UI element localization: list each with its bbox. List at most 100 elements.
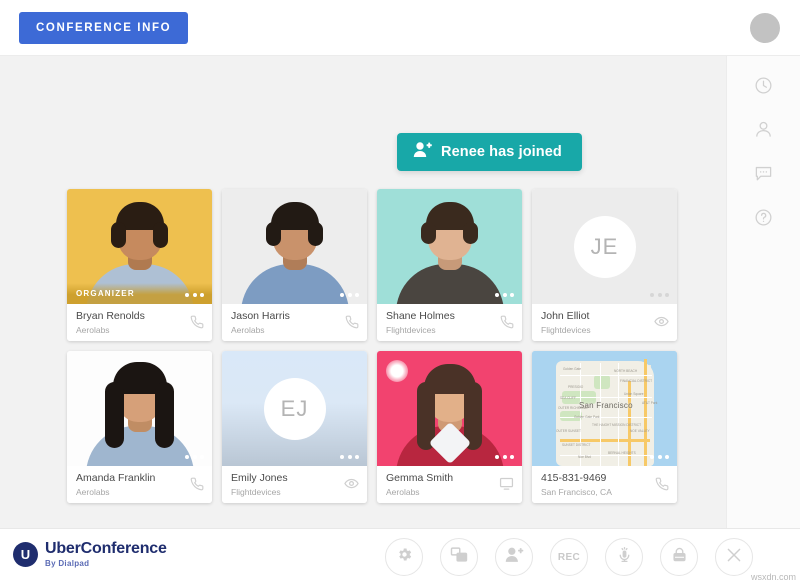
more-dots-icon[interactable] [340, 455, 359, 459]
mute-button[interactable] [605, 538, 643, 576]
person-add-icon [505, 546, 524, 568]
participant-info: Gemma Smith Aerolabs [377, 466, 522, 503]
logo-title: UberConference [45, 540, 167, 557]
more-dots-icon[interactable] [185, 455, 204, 459]
join-notification-toast: Renee has joined [397, 133, 582, 171]
participant-photo [377, 189, 522, 304]
bottom-toolbar: U UberConference By Dialpad REC wsxdn.co… [0, 528, 800, 584]
lock-icon [671, 546, 688, 569]
participant-name: Emily Jones [231, 472, 288, 484]
participant-info: Emily Jones Flightdevices [222, 466, 367, 503]
phone-icon[interactable] [653, 475, 670, 492]
participant-info: Amanda Franklin Aerolabs [67, 466, 212, 503]
add-participant-button[interactable] [495, 538, 533, 576]
sidebar-item-help[interactable] [749, 202, 779, 232]
participant-card[interactable]: Jason Harris Aerolabs [222, 189, 367, 341]
clock-icon [754, 76, 773, 95]
conference-info-button[interactable]: CONFERENCE INFO [19, 12, 189, 44]
participant-card[interactable]: JE John Elliot Flightdevices [532, 189, 677, 341]
participant-card[interactable]: San Francisco Golden Gate PRESIDIO NORTH… [532, 351, 677, 503]
eye-icon[interactable] [343, 475, 360, 492]
end-call-button[interactable] [715, 538, 753, 576]
participant-company: Flightdevices [386, 325, 436, 335]
initials-text: JE [590, 233, 619, 259]
participant-grid: ORGANIZER Bryan Renolds Aerolabs Jason H… [67, 189, 677, 503]
initials-circle: JE [573, 215, 636, 278]
participant-name: Bryan Renolds [76, 310, 145, 322]
phone-icon[interactable] [188, 313, 205, 330]
logo-subtitle: By Dialpad [45, 559, 90, 568]
initials-text: EJ [280, 395, 309, 421]
close-x-icon [725, 546, 743, 569]
participant-info: John Elliot Flightdevices [532, 304, 677, 341]
more-dots-icon[interactable] [185, 293, 204, 297]
participant-info: Jason Harris Aerolabs [222, 304, 367, 341]
logo-mark-icon: U [13, 542, 38, 567]
participant-photo [377, 351, 522, 466]
participant-company: Aerolabs [231, 325, 265, 335]
microphone-icon [616, 546, 633, 569]
watermark: wsxdn.com [750, 572, 796, 582]
phone-icon[interactable] [343, 313, 360, 330]
lock-button[interactable] [660, 538, 698, 576]
participant-company: Flightdevices [541, 325, 591, 335]
participant-name: John Elliot [541, 310, 590, 322]
location-map: San Francisco Golden Gate PRESIDIO NORTH… [532, 351, 677, 466]
settings-button[interactable] [385, 538, 423, 576]
more-dots-icon[interactable] [650, 455, 669, 459]
participant-avatar-initials: EJ [222, 351, 367, 466]
initials-circle: EJ [263, 377, 326, 440]
more-dots-icon[interactable] [495, 293, 514, 297]
person-icon [754, 120, 773, 139]
sidebar-item-history[interactable] [749, 70, 779, 100]
sidebar-item-chat[interactable] [749, 158, 779, 188]
gear-icon [396, 546, 413, 568]
sidebar-item-participants[interactable] [749, 114, 779, 144]
record-button[interactable]: REC [550, 538, 588, 576]
participant-name: Jason Harris [231, 310, 290, 322]
screen-icon[interactable] [498, 475, 515, 492]
participant-card[interactable]: ORGANIZER Bryan Renolds Aerolabs [67, 189, 212, 341]
participant-photo [67, 351, 212, 466]
uberconference-app: CONFERENCE INFO Renee has joined ORGANIZ… [0, 0, 800, 584]
participant-company: Flightdevices [231, 487, 281, 497]
rec-text-icon: REC [557, 551, 581, 563]
toast-message: Renee has joined [441, 144, 562, 160]
conference-stage: Renee has joined ORGANIZER Bryan Renolds… [0, 56, 726, 528]
participant-location: San Francisco, CA [541, 487, 612, 497]
participant-info: 415-831-9469 San Francisco, CA [532, 466, 677, 503]
more-dots-icon[interactable] [340, 293, 359, 297]
participant-company: Aerolabs [76, 325, 110, 335]
participant-name: Shane Holmes [386, 310, 455, 322]
right-sidebar [726, 56, 800, 528]
screens-icon [450, 546, 468, 568]
participant-avatar-initials: JE [532, 189, 677, 304]
uberconference-logo: U UberConference By Dialpad [13, 541, 167, 568]
participant-name: Gemma Smith [386, 472, 454, 484]
speaking-indicator-icon [386, 360, 408, 382]
participant-company: Aerolabs [76, 487, 110, 497]
participant-company: Aerolabs [386, 487, 420, 497]
participant-photo [222, 189, 367, 304]
participant-card[interactable]: EJ Emily Jones Flightdevices [222, 351, 367, 503]
more-dots-icon[interactable] [495, 455, 514, 459]
eye-icon[interactable] [653, 313, 670, 330]
participant-info: Bryan Renolds Aerolabs [67, 304, 212, 341]
participant-name: Amanda Franklin [76, 472, 156, 484]
phone-icon[interactable] [188, 475, 205, 492]
avatar[interactable] [750, 13, 780, 43]
person-add-icon [413, 141, 432, 163]
phone-icon[interactable] [498, 313, 515, 330]
participant-card[interactable]: Shane Holmes Flightdevices [377, 189, 522, 341]
participant-info: Shane Holmes Flightdevices [377, 304, 522, 341]
more-dots-icon[interactable] [650, 293, 669, 297]
participant-card[interactable]: Gemma Smith Aerolabs [377, 351, 522, 503]
question-circle-icon [754, 208, 773, 227]
chat-bubble-icon [754, 164, 773, 183]
participant-photo: ORGANIZER [67, 189, 212, 304]
toolbar-actions: REC [385, 538, 753, 576]
share-screen-button[interactable] [440, 538, 478, 576]
participant-phone-number: 415-831-9469 [541, 472, 607, 484]
participant-card[interactable]: Amanda Franklin Aerolabs [67, 351, 212, 503]
app-header: CONFERENCE INFO [0, 0, 800, 56]
